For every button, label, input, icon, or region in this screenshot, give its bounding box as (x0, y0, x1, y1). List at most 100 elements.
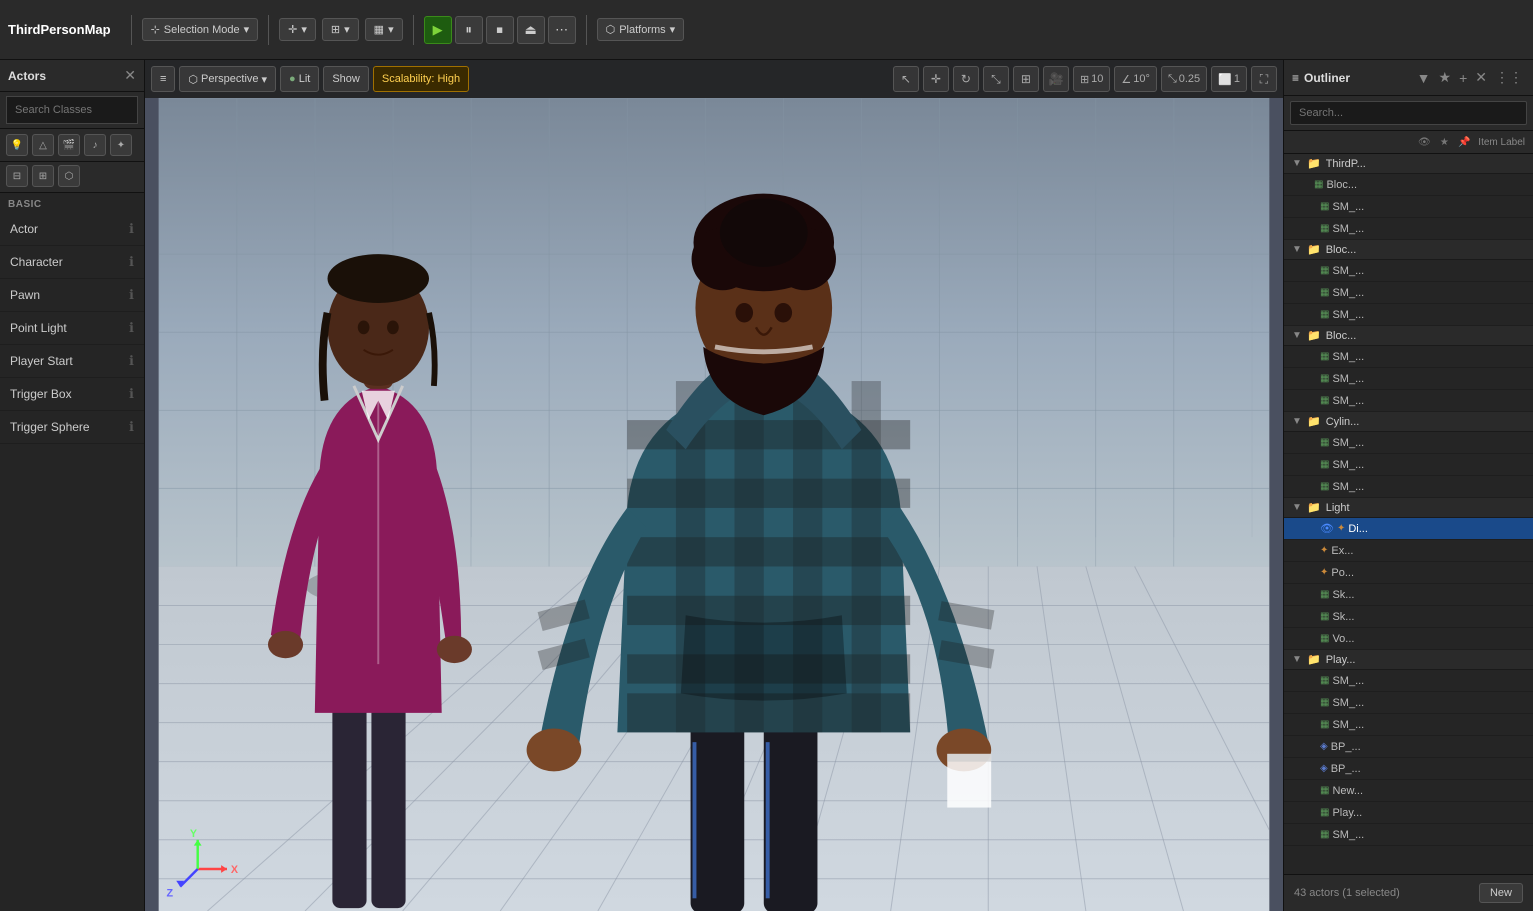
outliner-drag-button[interactable]: ⋮⋮ (1493, 67, 1525, 88)
outliner-group-thirdp-header[interactable]: ▼ 📁 ThirdP... (1284, 154, 1533, 174)
snap-arrow: ▾ (344, 23, 350, 36)
outliner-item[interactable]: ▦ SM_... (1284, 260, 1533, 282)
eject-button[interactable]: ⏏ (517, 16, 545, 44)
actor-item-player-start[interactable]: Player Start ℹ (0, 345, 144, 378)
outliner-add-button[interactable]: + (1457, 68, 1469, 88)
filter-shape-icon[interactable]: △ (32, 134, 54, 156)
outliner-title-label: Outliner (1304, 71, 1350, 85)
select-tool-button[interactable]: ↖ (893, 66, 919, 92)
camera-btn[interactable]: ▦ ▾ (365, 18, 403, 41)
outliner-item-bp1[interactable]: ◈ BP_... (1284, 736, 1533, 758)
pawn-info-icon[interactable]: ℹ (129, 287, 134, 303)
outliner-item-sm1[interactable]: ▦ SM_... (1284, 670, 1533, 692)
item-name: SM_... (1332, 719, 1529, 731)
mesh-icon: ▦ (1320, 719, 1329, 730)
outliner-group-bloc3-header[interactable]: ▼ 📁 Bloc... (1284, 326, 1533, 346)
filter-camera-icon[interactable]: 🎬 (58, 134, 80, 156)
eye-col-icon: 👁 (1416, 134, 1432, 150)
actor-item-character[interactable]: Character ℹ (0, 246, 144, 279)
actor-item-trigger-sphere[interactable]: Trigger Sphere ℹ (0, 411, 144, 444)
trigger-sphere-info-icon[interactable]: ℹ (129, 419, 134, 435)
translate-tool-button[interactable]: ✛ (923, 66, 949, 92)
actor-item-actor[interactable]: Actor ℹ (0, 213, 144, 246)
pin-col-icon: 📌 (1456, 134, 1472, 150)
play-button[interactable]: ▶ (424, 16, 452, 44)
maximize-viewport-button[interactable]: ⛶ (1251, 66, 1277, 92)
camera-speed-icon: 🎥 (1048, 72, 1063, 86)
actor-label: Actor (10, 222, 38, 236)
outliner-item-sm4[interactable]: ▦ SM_... (1284, 824, 1533, 846)
transform-space-button[interactable]: ⊞ (1013, 66, 1039, 92)
trigger-box-label: Trigger Box (10, 387, 72, 401)
actor-item-pawn[interactable]: Pawn ℹ (0, 279, 144, 312)
filter-light-icon[interactable]: 💡 (6, 134, 28, 156)
outliner-item-sm3[interactable]: ▦ SM_... (1284, 714, 1533, 736)
search-row (0, 92, 144, 129)
outliner-group-bloc2-header[interactable]: ▼ 📁 Bloc... (1284, 240, 1533, 260)
outliner-item-bp2[interactable]: ◈ BP_... (1284, 758, 1533, 780)
filter-vfx-icon[interactable]: ✦ (110, 134, 132, 156)
outliner-filter-button[interactable]: ▼ (1415, 68, 1433, 88)
actor-item-point-light[interactable]: Point Light ℹ (0, 312, 144, 345)
character-info-icon[interactable]: ℹ (129, 254, 134, 270)
outliner-item-sm2[interactable]: ▦ SM_... (1284, 692, 1533, 714)
snap-btn[interactable]: ⊞ ▾ (322, 18, 359, 41)
outliner-item-play2[interactable]: ▦ Play... (1284, 802, 1533, 824)
outliner-item[interactable]: ▦ SM_... (1284, 346, 1533, 368)
bloc3-expand-arrow: ▼ (1292, 330, 1304, 341)
outliner-close-button[interactable]: ✕ (1473, 67, 1489, 88)
outliner-item-po[interactable]: ✦ Po... (1284, 562, 1533, 584)
camera-speed-button[interactable]: 🎥 (1043, 66, 1069, 92)
outliner-item[interactable]: ▦ SM_... (1284, 476, 1533, 498)
stop-button[interactable]: ⏹ (486, 16, 514, 44)
trigger-box-info-icon[interactable]: ℹ (129, 386, 134, 402)
show-dropdown[interactable]: Show (323, 66, 369, 92)
scale-tool-button[interactable]: ⤡ (983, 66, 1009, 92)
filter-bp-icon[interactable]: ⬡ (58, 165, 80, 187)
outliner-item[interactable]: ▦ SM_... (1284, 282, 1533, 304)
outliner-item-ex[interactable]: ✦ Ex... (1284, 540, 1533, 562)
outliner-item-vo[interactable]: ▦ Vo... (1284, 628, 1533, 650)
outliner-item-sk1[interactable]: ▦ Sk... (1284, 584, 1533, 606)
outliner-settings-button[interactable]: ★ (1437, 67, 1454, 88)
close-panel-button[interactable]: ✕ (124, 67, 136, 84)
player-start-info-icon[interactable]: ℹ (129, 353, 134, 369)
outliner-group-light-header[interactable]: ▼ 📁 Light (1284, 498, 1533, 518)
actor-item-trigger-box[interactable]: Trigger Box ℹ (0, 378, 144, 411)
filter-audio-icon[interactable]: ♪ (84, 134, 106, 156)
item-name: SM_... (1332, 481, 1529, 493)
outliner-item[interactable]: ▦ Bloc... (1284, 174, 1533, 196)
outliner-item-new[interactable]: ▦ New... (1284, 780, 1533, 802)
outliner-item[interactable]: ▦ SM_... (1284, 432, 1533, 454)
filter-grid-icon[interactable]: ⊞ (32, 165, 54, 187)
lit-dropdown[interactable]: ● Lit (280, 66, 319, 92)
outliner-group-play-header[interactable]: ▼ 📁 Play... (1284, 650, 1533, 670)
mesh-icon: ▦ (1320, 373, 1329, 384)
new-button[interactable]: New (1479, 883, 1523, 903)
outliner-item[interactable]: ▦ SM_... (1284, 218, 1533, 240)
outliner-item-sk2[interactable]: ▦ Sk... (1284, 606, 1533, 628)
filter-actor-icon[interactable]: ⊟ (6, 165, 28, 187)
transform-btn[interactable]: ✛ ▾ (279, 18, 316, 41)
outliner-search-input[interactable] (1290, 101, 1527, 125)
outliner-group-cylin-header[interactable]: ▼ 📁 Cylin... (1284, 412, 1533, 432)
search-classes-input[interactable] (6, 96, 138, 124)
outliner-item[interactable]: ▦ SM_... (1284, 368, 1533, 390)
hamburger-menu-button[interactable]: ≡ (151, 66, 175, 92)
platforms-label: Platforms (619, 24, 665, 36)
outliner-item[interactable]: ▦ SM_... (1284, 454, 1533, 476)
more-button[interactable]: ⋯ (548, 16, 576, 44)
pause-button[interactable]: ⏸ (455, 16, 483, 44)
platforms-dropdown[interactable]: ⬡ Platforms ▾ (597, 18, 685, 41)
point-light-info-icon[interactable]: ℹ (129, 320, 134, 336)
actor-info-icon[interactable]: ℹ (129, 221, 134, 237)
outliner-item-directional-light[interactable]: 👁 ✦ Di... (1284, 518, 1533, 540)
outliner-item[interactable]: ▦ SM_... (1284, 390, 1533, 412)
selection-mode-dropdown[interactable]: ⊹ Selection Mode ▾ (142, 18, 259, 41)
perspective-dropdown[interactable]: ⬡ Perspective ▾ (179, 66, 276, 92)
outliner-header: ≡ Outliner ▼ ★ + ✕ ⋮⋮ (1284, 60, 1533, 96)
outliner-item[interactable]: ▦ SM_... (1284, 304, 1533, 326)
outliner-item[interactable]: ▦ SM_... (1284, 196, 1533, 218)
viewport[interactable]: ≡ ⬡ Perspective ▾ ● Lit Show Scalability… (145, 60, 1283, 911)
rotate-tool-button[interactable]: ↻ (953, 66, 979, 92)
